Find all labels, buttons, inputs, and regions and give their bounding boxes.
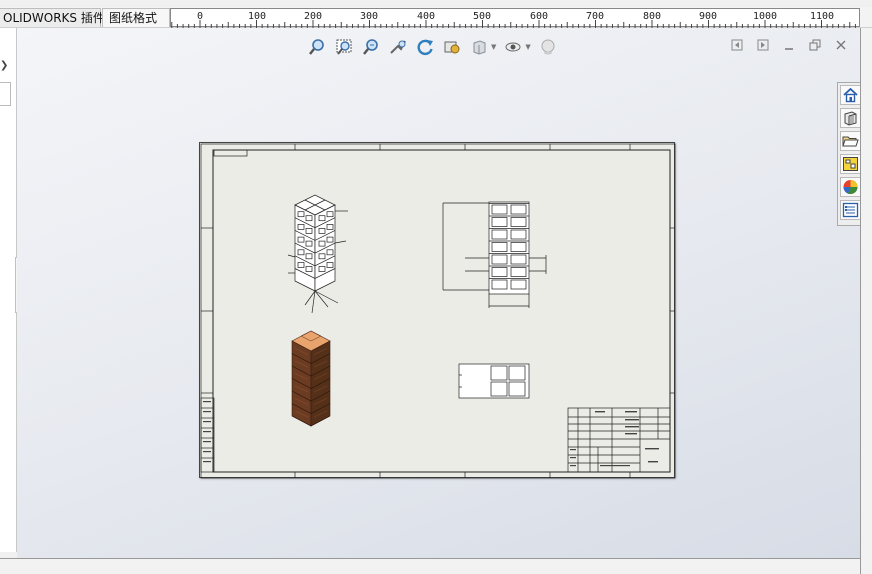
vertical-scrollbar[interactable]: [860, 28, 872, 574]
command-tab-strip: OLIDWORKS 插件 图纸格式 0 100 200 300 400 500 …: [0, 7, 872, 28]
design-library-icon[interactable]: [840, 108, 861, 128]
horizontal-ruler: 0 100 200 300 400 500 600 700 800 900 10…: [170, 8, 860, 28]
zoom-to-selection-icon[interactable]: [388, 37, 408, 57]
ruler-label: 900: [698, 11, 718, 22]
appearance-icon[interactable]: [538, 37, 558, 57]
panel-field[interactable]: [0, 82, 11, 106]
heads-up-view-toolbar: ▼ ▼: [307, 36, 558, 58]
expand-chevron-icon[interactable]: ❯: [0, 60, 8, 71]
hide-show-items-icon[interactable]: [503, 37, 523, 57]
ruler-label: 600: [529, 11, 549, 22]
zoom-to-area-icon[interactable]: [334, 37, 354, 57]
solidworks-window: OLIDWORKS 插件 图纸格式 0 100 200 300 400 500 …: [0, 0, 872, 574]
appearances-icon[interactable]: [840, 177, 861, 197]
top-view: [458, 363, 530, 399]
tab-sheet-format[interactable]: 图纸格式: [102, 8, 170, 27]
file-explorer-icon[interactable]: [840, 131, 861, 151]
drawing-sheet-canvas: [200, 143, 676, 479]
ruler-label: 400: [416, 11, 436, 22]
isometric-wireframe-view: [287, 194, 348, 314]
ruler-label: 800: [642, 11, 662, 22]
close-icon[interactable]: [834, 38, 848, 52]
ruler-label: 300: [359, 11, 379, 22]
horizontal-scrollbar[interactable]: [0, 558, 860, 574]
custom-properties-icon[interactable]: [840, 200, 861, 220]
ruler-label: 1100: [809, 11, 835, 22]
home-icon[interactable]: [840, 85, 861, 105]
view-palette-icon[interactable]: [840, 154, 861, 174]
display-style-icon[interactable]: [469, 37, 489, 57]
pan-icon[interactable]: [442, 37, 462, 57]
ruler-label: 200: [303, 11, 323, 22]
chevron-down-icon[interactable]: ▼: [491, 43, 496, 51]
zoom-to-fit-icon[interactable]: [307, 37, 327, 57]
chevron-down-icon[interactable]: ▼: [525, 43, 530, 51]
next-sheet-icon[interactable]: [756, 38, 770, 52]
front-view: [442, 201, 547, 308]
ruler-label: 100: [247, 11, 267, 22]
task-pane-tabs: [837, 82, 862, 226]
minimize-icon[interactable]: [782, 38, 796, 52]
ruler-label: 0: [196, 11, 204, 22]
ruler-label: 1000: [752, 11, 778, 22]
document-window-controls: [730, 38, 848, 52]
drawing-sheet[interactable]: [199, 142, 676, 479]
rotate-icon[interactable]: [415, 37, 435, 57]
restore-icon[interactable]: [808, 38, 822, 52]
ruler-label: 500: [472, 11, 492, 22]
tab-solidworks-addins[interactable]: OLIDWORKS 插件: [0, 8, 105, 27]
zoom-in-out-icon[interactable]: [361, 37, 381, 57]
isometric-shaded-view: [291, 330, 331, 427]
previous-sheet-icon[interactable]: [730, 38, 744, 52]
ruler-label: 700: [585, 11, 605, 22]
